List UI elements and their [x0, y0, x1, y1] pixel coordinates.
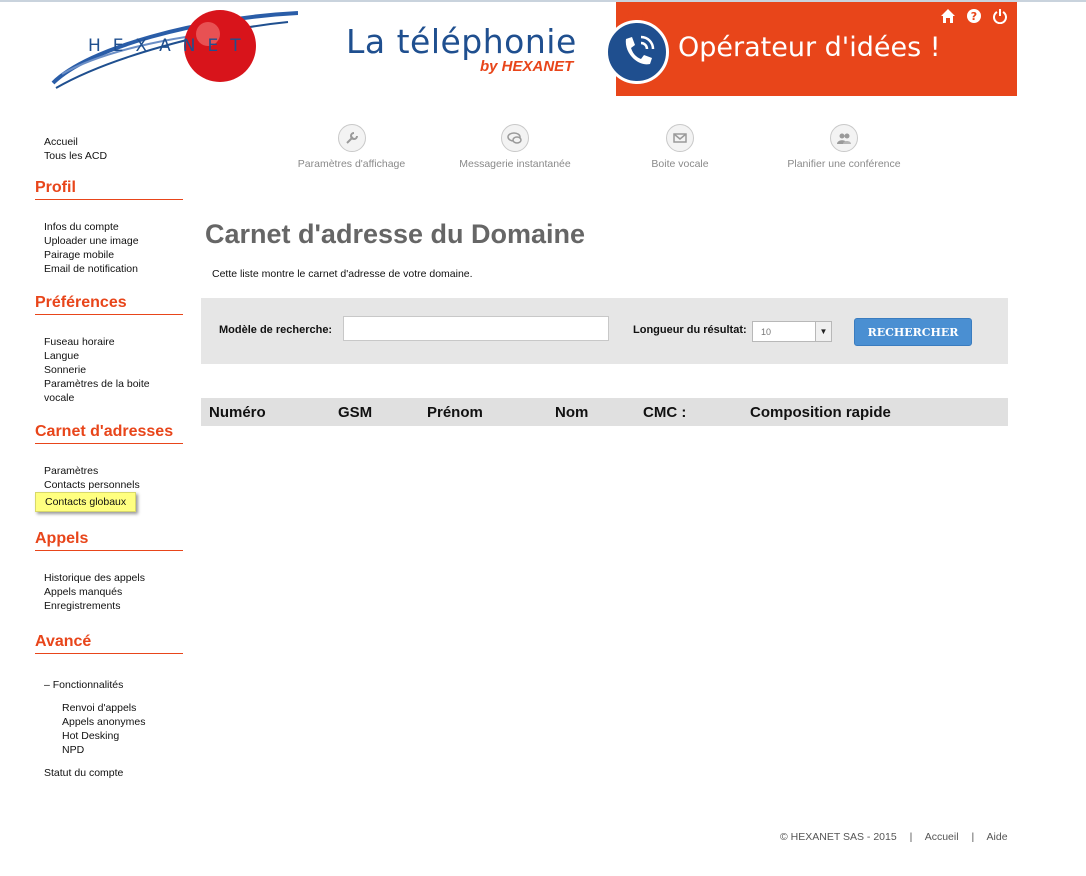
- footer: © HEXANET SAS - 2015 | Accueil | Aide: [780, 831, 1008, 843]
- banner-subtitle: by HEXANET: [480, 58, 574, 75]
- sidebar-item-parametres-boite[interactable]: Paramètres de la boite: [35, 377, 185, 391]
- home-icon[interactable]: [940, 8, 956, 24]
- sidebar-item-appels-manques[interactable]: Appels manqués: [35, 585, 185, 599]
- sidebar-item-accueil[interactable]: Accueil: [35, 135, 185, 149]
- tool-label: Messagerie instantanée: [459, 158, 571, 170]
- sidebar-item-npd[interactable]: NPD: [35, 743, 185, 757]
- sidebar-item-appels-anonymes[interactable]: Appels anonymes: [35, 715, 185, 729]
- column-prenom[interactable]: Prénom: [427, 404, 483, 421]
- chat-icon: [501, 124, 529, 152]
- section-title-avance: Avancé: [35, 633, 183, 654]
- sidebar-item-parametres-boite-cont[interactable]: vocale: [35, 391, 185, 405]
- phone-icon: [605, 20, 669, 84]
- column-numero[interactable]: Numéro: [209, 404, 266, 421]
- contacts-table-header: Numéro GSM Prénom Nom CMC : Composition …: [201, 398, 1008, 426]
- sidebar-item-historique-appels[interactable]: Historique des appels: [35, 571, 185, 585]
- tool-label: Paramètres d'affichage: [297, 158, 406, 170]
- sidebar-item-hot-desking[interactable]: Hot Desking: [35, 729, 185, 743]
- sidebar-item-contacts-globaux[interactable]: Contacts globaux: [35, 492, 137, 512]
- sidebar-item-pairage-mobile[interactable]: Pairage mobile: [35, 248, 185, 262]
- search-label: Modèle de recherche:: [219, 324, 333, 336]
- tool-label: Boite vocale: [651, 158, 709, 170]
- column-nom[interactable]: Nom: [555, 404, 588, 421]
- svg-text:?: ?: [971, 10, 977, 23]
- page-description: Cette liste montre le carnet d'adresse d…: [212, 268, 473, 280]
- sidebar: Accueil Tous les ACD Profil Infos du com…: [35, 135, 185, 780]
- sidebar-item-contacts-personnels[interactable]: Contacts personnels: [35, 478, 185, 492]
- sidebar-item-parametres[interactable]: Paramètres: [35, 464, 185, 478]
- search-panel: Modèle de recherche: Longueur du résulta…: [201, 298, 1008, 364]
- footer-copyright: © HEXANET SAS - 2015: [780, 831, 897, 843]
- chevron-down-icon[interactable]: ▼: [815, 322, 831, 341]
- footer-link-accueil[interactable]: Accueil: [925, 831, 959, 843]
- sidebar-item-sonnerie[interactable]: Sonnerie: [35, 363, 185, 377]
- footer-separator: |: [909, 831, 913, 843]
- power-icon[interactable]: [992, 8, 1008, 25]
- top-icon-bar: ?: [940, 8, 1008, 25]
- result-length-label: Longueur du résultat:: [633, 324, 747, 336]
- feature-toolbar: Paramètres d'affichage Messagerie instan…: [270, 124, 930, 184]
- sidebar-item-langue[interactable]: Langue: [35, 349, 185, 363]
- tool-label: Planifier une conférence: [787, 158, 901, 170]
- sidebar-item-infos-compte[interactable]: Infos du compte: [35, 220, 185, 234]
- tool-parametres-affichage[interactable]: Paramètres d'affichage: [294, 124, 409, 170]
- wrench-icon: [337, 124, 366, 152]
- section-title-profil: Profil: [35, 179, 183, 200]
- search-input[interactable]: [343, 316, 609, 341]
- section-title-preferences: Préférences: [35, 294, 183, 315]
- sidebar-item-renvoi-appels[interactable]: Renvoi d'appels: [35, 701, 185, 715]
- result-length-select[interactable]: 10 ▼: [752, 321, 832, 342]
- group-icon: [830, 124, 858, 152]
- result-length-value: 10: [761, 327, 772, 337]
- column-cmc[interactable]: CMC :: [643, 404, 686, 421]
- tool-planifier-conference[interactable]: Planifier une conférence: [778, 124, 910, 170]
- help-icon[interactable]: ?: [966, 8, 982, 24]
- sidebar-item-uploader-image[interactable]: Uploader une image: [35, 234, 185, 248]
- logo-text: HEXANET: [88, 36, 253, 56]
- header-banner: La téléphonie by HEXANET Opérateur d'idé…: [300, 2, 1017, 96]
- sidebar-item-acd[interactable]: Tous les ACD: [35, 149, 185, 163]
- sidebar-group-fonctionnalites[interactable]: – Fonctionnalités: [35, 678, 185, 692]
- tool-messagerie-instantanee[interactable]: Messagerie instantanée: [455, 124, 575, 170]
- envelope-icon: [666, 124, 694, 152]
- search-button[interactable]: RECHERCHER: [854, 318, 972, 346]
- column-composition-rapide[interactable]: Composition rapide: [750, 404, 891, 421]
- footer-link-aide[interactable]: Aide: [987, 831, 1008, 843]
- hexanet-logo[interactable]: HEXANET: [48, 8, 299, 94]
- sidebar-item-statut-compte[interactable]: Statut du compte: [35, 766, 185, 780]
- sidebar-item-enregistrements[interactable]: Enregistrements: [35, 599, 185, 613]
- banner-title: La téléphonie: [346, 22, 577, 61]
- section-title-carnet: Carnet d'adresses: [35, 423, 183, 444]
- sidebar-item-email-notification[interactable]: Email de notification: [35, 262, 185, 276]
- page-title: Carnet d'adresse du Domaine: [205, 219, 586, 249]
- tool-boite-vocale[interactable]: Boite vocale: [630, 124, 730, 170]
- section-title-appels: Appels: [35, 530, 183, 551]
- sidebar-item-fuseau-horaire[interactable]: Fuseau horaire: [35, 335, 185, 349]
- banner-slogan: Opérateur d'idées !: [678, 32, 941, 63]
- column-gsm[interactable]: GSM: [338, 404, 372, 421]
- footer-separator: |: [971, 831, 975, 843]
